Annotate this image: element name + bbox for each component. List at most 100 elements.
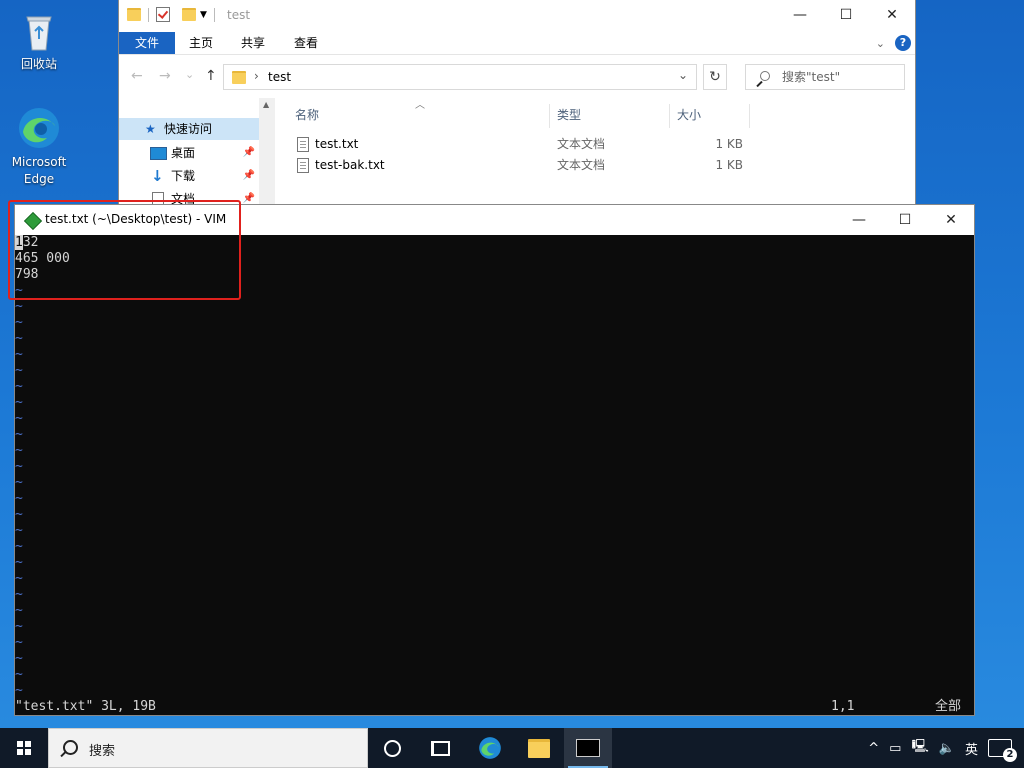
empty-line-tilde: ~	[15, 507, 23, 522]
file-type: 文本文档	[557, 158, 606, 172]
column-header-type[interactable]: 类型	[557, 104, 581, 126]
empty-line-tilde: ~	[15, 523, 23, 538]
vim-editor-area[interactable]: 132 465 000 798 ~ ~ ~ ~ ~ ~ ~ ~ ~ ~ ~ ~ ~ ~ ~ ~ ~ ~ ~ ~ ~ ~ ~ ~…	[15, 235, 974, 715]
properties-icon[interactable]	[156, 7, 170, 22]
chevron-down-icon[interactable]: ▼	[200, 10, 207, 20]
status-file-info: "test.txt" 3L, 19B	[15, 699, 156, 714]
explorer-titlebar: ▼ test — ☐ ✕	[119, 0, 915, 32]
taskbar-file-explorer[interactable]	[515, 728, 563, 768]
sort-ascending-icon: ︿	[415, 100, 425, 111]
text-file-icon	[297, 158, 309, 173]
empty-line-tilde: ~	[15, 443, 23, 458]
empty-line-tilde: ~	[15, 571, 23, 586]
taskbar-edge[interactable]	[466, 728, 514, 768]
address-dropdown-chevron-icon[interactable]: ⌄	[678, 68, 688, 82]
new-folder-icon[interactable]	[182, 8, 196, 21]
taskbar-search-label: 搜索	[89, 744, 116, 759]
empty-line-tilde: ~	[15, 363, 23, 378]
column-divider[interactable]	[749, 104, 750, 128]
up-arrow-icon[interactable]: ↑	[205, 68, 217, 84]
tab-file[interactable]: 文件	[119, 32, 175, 54]
file-name: test-bak.txt	[315, 158, 385, 172]
start-button[interactable]	[0, 728, 48, 768]
close-button[interactable]: ✕	[869, 0, 915, 30]
toolbar-divider	[213, 7, 215, 22]
tab-view[interactable]: 查看	[294, 32, 318, 54]
empty-line-tilde: ~	[15, 475, 23, 490]
empty-line-tilde: ~	[15, 603, 23, 618]
file-type: 文本文档	[557, 137, 606, 151]
empty-line-tilde: ~	[15, 331, 23, 346]
nav-item-quick-access[interactable]: ★ 快速访问	[119, 118, 259, 140]
input-method-indicator[interactable]: 英	[965, 739, 978, 758]
minimize-button[interactable]: —	[777, 0, 823, 30]
empty-line-tilde: ~	[15, 651, 23, 666]
ribbon-tabs: 文件 主页 共享 查看 ⌄ ?	[119, 32, 915, 55]
column-header-size[interactable]: 大小	[677, 104, 701, 126]
maximize-button[interactable]: ☐	[882, 205, 928, 235]
task-view-icon	[430, 740, 450, 756]
file-explorer-window: ▼ test — ☐ ✕ 文件 主页 共享 查看 ⌄ ? ← → ⌄ ↑ › t…	[118, 0, 916, 210]
forward-arrow-icon[interactable]: →	[159, 68, 171, 84]
edge-label-line1: Microsoft	[11, 155, 67, 169]
help-icon[interactable]: ?	[895, 35, 911, 51]
scroll-up-icon[interactable]: ▲	[263, 100, 269, 109]
task-view-button[interactable]	[416, 728, 464, 768]
expand-ribbon-chevron-icon[interactable]: ⌄	[876, 37, 885, 50]
back-arrow-icon[interactable]: ←	[131, 68, 143, 84]
battery-icon[interactable]: ▭	[889, 741, 901, 756]
maximize-button[interactable]: ☐	[823, 0, 869, 30]
refresh-button[interactable]: ↻	[703, 64, 727, 90]
empty-line-tilde: ~	[15, 683, 23, 698]
edge-icon	[15, 104, 63, 152]
windows-logo-icon	[17, 741, 31, 755]
file-size: 1 KB	[715, 158, 743, 172]
notification-center-icon[interactable]: 2	[988, 739, 1017, 762]
desktop-icon-recycle-bin[interactable]: 回收站	[4, 6, 74, 73]
desktop-icon-edge[interactable]: Microsoft Edge	[4, 104, 74, 188]
close-button[interactable]: ✕	[928, 205, 974, 235]
nav-item-desktop[interactable]: 桌面 📌	[119, 142, 259, 164]
explorer-content: ★ 快速访问 桌面 📌 ↓ 下载 📌 文档 📌 ▲ ︿ 名称 类型 大小 tes…	[119, 98, 915, 209]
empty-line-tilde: ~	[15, 347, 23, 362]
network-icon[interactable]: 🖳	[911, 737, 928, 759]
column-headers: ︿ 名称 类型 大小	[295, 100, 915, 128]
column-divider[interactable]	[669, 104, 670, 128]
address-bar[interactable]: › test ⌄	[223, 64, 697, 90]
explorer-title: test	[227, 8, 251, 22]
nav-item-label: 桌面	[171, 146, 196, 160]
tab-home[interactable]: 主页	[189, 32, 213, 54]
cortana-button[interactable]	[368, 728, 416, 768]
column-divider[interactable]	[549, 104, 550, 128]
minimize-button[interactable]: —	[836, 205, 882, 235]
empty-line-tilde: ~	[15, 411, 23, 426]
breadcrumb-test[interactable]: test	[268, 70, 291, 84]
empty-line-tilde: ~	[15, 395, 23, 410]
empty-line-tilde: ~	[15, 587, 23, 602]
folder-icon	[127, 8, 141, 21]
file-row[interactable]: test.txt 文本文档 1 KB	[295, 134, 755, 155]
empty-line-tilde: ~	[15, 635, 23, 650]
volume-icon[interactable]: 🔈	[939, 741, 955, 756]
breadcrumb-chevron-icon[interactable]: ›	[254, 69, 259, 83]
column-header-name[interactable]: 名称	[295, 104, 319, 126]
recent-locations-chevron-icon[interactable]: ⌄	[185, 68, 194, 81]
empty-line-tilde: ~	[15, 491, 23, 506]
empty-line-tilde: ~	[15, 379, 23, 394]
taskbar-vim[interactable]	[564, 728, 612, 768]
file-row[interactable]: test-bak.txt 文本文档 1 KB	[295, 155, 755, 176]
pin-icon[interactable]: 📌	[243, 142, 255, 164]
search-placeholder: 搜索"test"	[782, 70, 841, 84]
pin-icon[interactable]: 📌	[243, 165, 255, 187]
folder-icon	[528, 738, 550, 758]
recycle-bin-icon	[15, 6, 63, 54]
system-tray: ^ ▭ 🖳 🔈 英 2	[863, 728, 1024, 768]
search-input[interactable]: 搜索"test"	[745, 64, 905, 90]
explorer-window-controls: — ☐ ✕	[777, 0, 915, 30]
show-hidden-icons-chevron[interactable]: ^	[868, 741, 879, 756]
highlight-box	[8, 200, 241, 300]
tab-share[interactable]: 共享	[241, 32, 265, 54]
navigation-pane-scrollbar[interactable]: ▲	[259, 98, 275, 209]
nav-item-downloads[interactable]: ↓ 下载 📌	[119, 165, 259, 187]
taskbar-search-box[interactable]: 搜索	[48, 728, 368, 768]
